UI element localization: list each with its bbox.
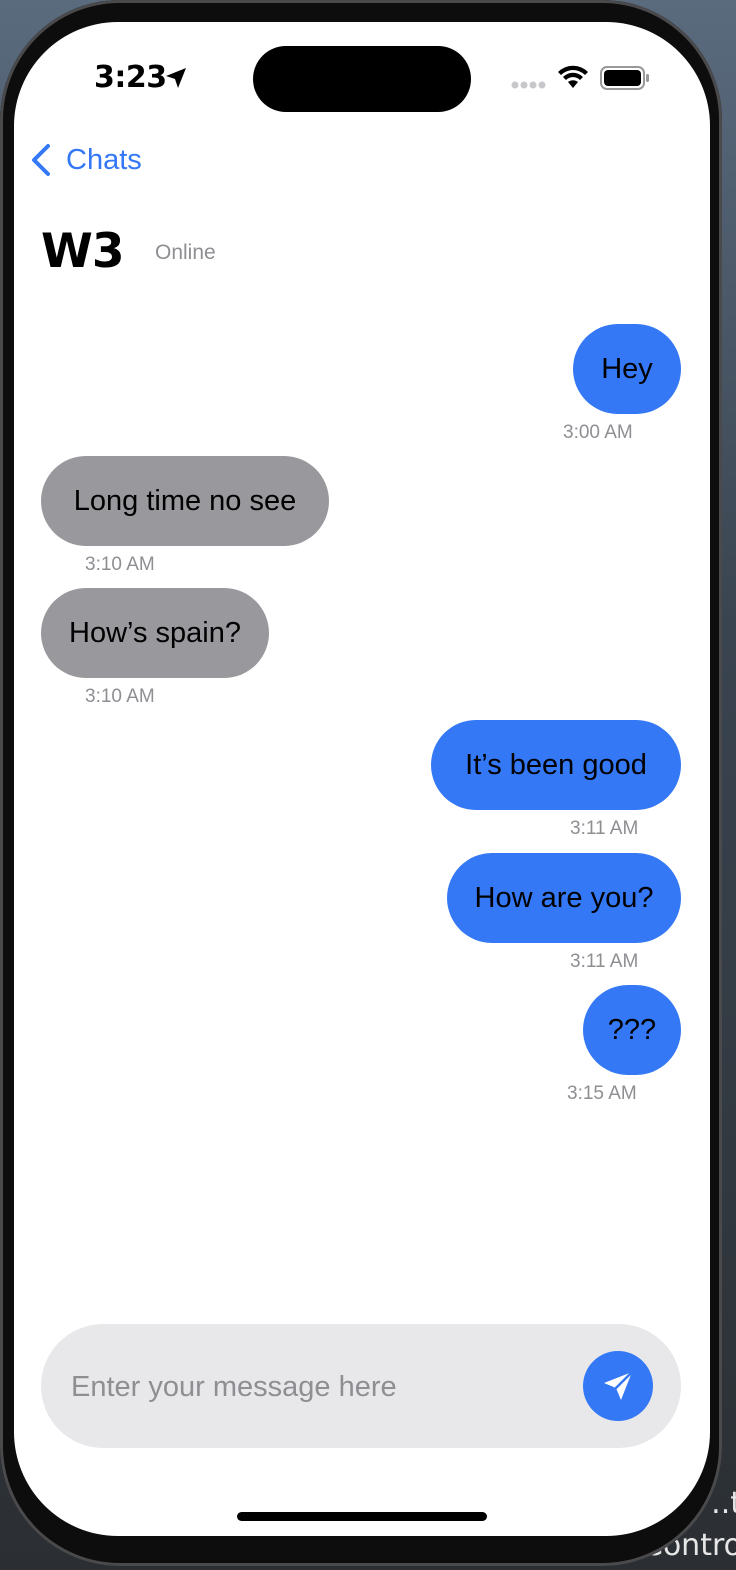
contact-status: Online — [155, 241, 216, 264]
send-paper-plane-icon — [604, 1370, 634, 1400]
message-timestamp: 3:10 AM — [85, 686, 155, 707]
contact-name: W3 — [41, 224, 125, 279]
message-bubble-outgoing[interactable]: How are you? — [447, 853, 681, 943]
phone-screen: 3:23 Chats W3 Online Hey 3:00 AM Long ti… — [14, 22, 710, 1536]
wifi-icon — [558, 65, 588, 88]
message-bubble-outgoing[interactable]: It’s been good — [431, 720, 681, 810]
dynamic-island — [253, 46, 471, 112]
message-bubble-incoming[interactable]: How’s spain? — [41, 588, 269, 678]
chevron-left-icon — [32, 144, 50, 176]
status-time: 3:23 — [94, 60, 167, 95]
back-button-label: Chats — [66, 143, 142, 176]
message-bubble-outgoing[interactable]: ??? — [583, 985, 681, 1075]
message-composer — [41, 1324, 681, 1448]
location-arrow-icon — [166, 68, 186, 88]
message-timestamp: 3:11 AM — [570, 818, 639, 839]
home-indicator[interactable] — [237, 1512, 487, 1521]
battery-icon — [600, 66, 649, 90]
send-button[interactable] — [583, 1351, 653, 1421]
message-timestamp: 3:10 AM — [85, 554, 155, 575]
message-input[interactable] — [69, 1356, 573, 1418]
message-timestamp: 3:00 AM — [563, 422, 633, 443]
back-button[interactable]: Chats — [28, 138, 142, 182]
message-bubble-outgoing[interactable]: Hey — [573, 324, 681, 414]
message-timestamp: 3:11 AM — [570, 951, 639, 972]
phone-frame: 3:23 Chats W3 Online Hey 3:00 AM Long ti… — [0, 0, 722, 1566]
message-bubble-incoming[interactable]: Long time no see — [41, 456, 329, 546]
cellular-signal-icon — [511, 81, 546, 89]
message-timestamp: 3:15 AM — [567, 1083, 637, 1104]
background-text-1: ..t — [711, 1486, 736, 1521]
